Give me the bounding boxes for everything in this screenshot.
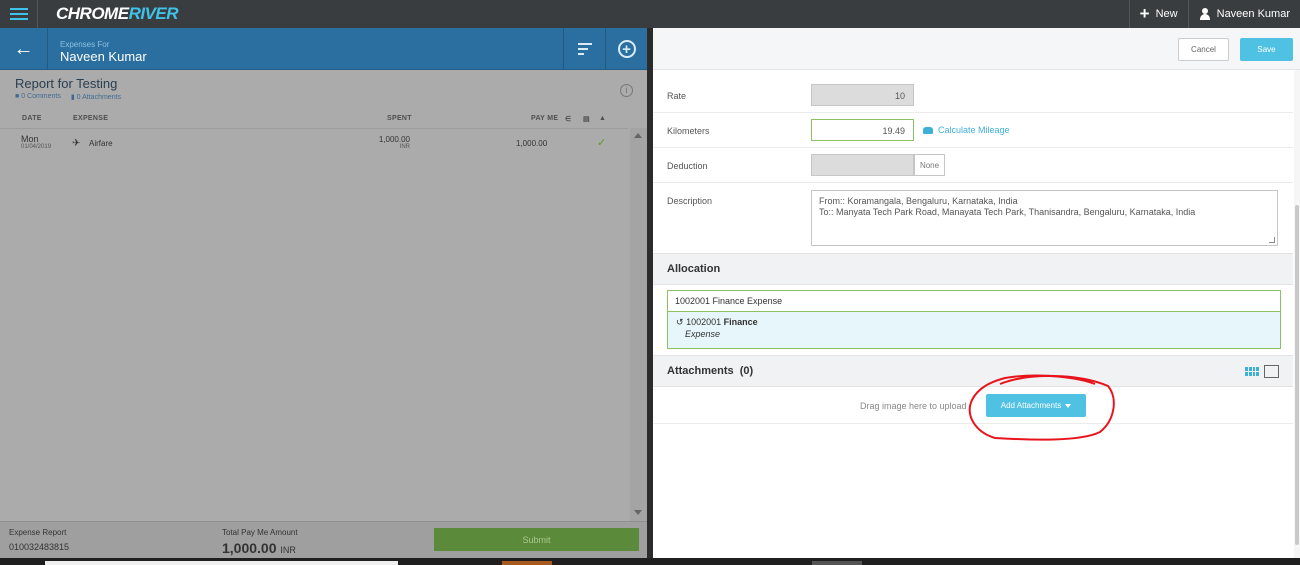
row-date: 01/04/2019 [21,144,52,150]
description-label: Description [667,196,713,206]
total-pay-me-value: 1,000.00 INR [222,540,296,556]
kilometers-field[interactable]: 19.49 [811,119,914,141]
history-icon: ↺ [676,317,684,327]
top-bar: CHROMERIVER + New Naveen Kumar [0,0,1300,28]
expenses-for-label: Expenses For [60,40,110,49]
sort-icon[interactable] [563,28,605,70]
form-header: Cancel Save [653,28,1300,70]
attachment-col-icon: ∈ [565,116,572,123]
add-expense-icon[interactable]: + [605,28,647,70]
expense-report-panel: ← Expenses For Naveen Kumar + Report for… [0,28,647,558]
cancel-button[interactable]: Cancel [1178,38,1229,61]
airplane-icon: ✈ [72,138,81,149]
expand-view-icon[interactable] [1264,365,1279,378]
attachments-title: Attachments (0) [667,365,754,377]
user-icon [1199,8,1211,20]
submit-button[interactable]: Submit [434,528,639,551]
rate-field: 10 [811,84,914,106]
car-icon [923,126,933,134]
expense-report-number: 010032483815 [9,542,70,552]
allocation-section: Allocation [653,253,1293,285]
save-button[interactable]: Save [1240,38,1293,61]
deduction-select[interactable]: None [914,154,945,176]
allocation-suggestion[interactable]: ↺ 1002001 Finance Expense [667,312,1281,349]
row-expense: Airfare [89,139,113,148]
plus-icon: + [1139,4,1150,23]
deduction-field[interactable] [811,154,914,176]
info-icon[interactable]: i [620,84,633,97]
form-scrollbar[interactable] [1294,70,1300,558]
row-spent: 1,000.00 [378,135,410,144]
allocation-input[interactable]: 1002001 Finance Expense [667,290,1281,312]
report-footer: Expense Report 010032483815 Total Pay Me… [0,521,647,558]
row-currency: INR [399,144,410,150]
calculate-mileage-link[interactable]: Calculate Mileage [923,125,1010,135]
menu-icon[interactable] [0,0,38,28]
col-date: DATE [22,115,42,122]
chrome-river-logo: CHROMERIVER [56,4,179,23]
back-arrow-icon[interactable]: ← [0,28,48,70]
comments-link[interactable]: ■ 0 Comments [15,93,61,101]
allocation-title: Allocation [667,263,721,275]
kilometers-label: Kilometers [667,126,710,136]
total-pay-me-label: Total Pay Me Amount [222,528,298,537]
row-day: Mon [21,134,39,144]
new-label: New [1155,8,1178,20]
scroll-down-icon[interactable] [634,510,642,515]
attachments-section: Attachments (0) [653,355,1293,387]
col-pay-me: PAY ME [531,115,559,122]
new-button[interactable]: + New [1128,0,1188,28]
comment-col-icon: ▤ [583,116,590,123]
user-menu[interactable]: Naveen Kumar [1187,0,1300,28]
grid-view-icon[interactable] [1245,367,1259,376]
expense-report-label: Expense Report [9,528,67,537]
report-header: ← Expenses For Naveen Kumar + [0,28,647,70]
taskbar-strip [0,558,1300,565]
report-scrollbar[interactable] [630,128,647,523]
resize-handle-icon[interactable] [1269,237,1275,243]
mileage-form-panel: Cancel Save Rate 10 Kilometers 19.49 Cal… [653,28,1300,558]
col-expense: EXPENSE [73,115,109,122]
check-icon: ✓ [597,137,607,149]
scroll-up-icon[interactable] [634,133,642,138]
user-name: Naveen Kumar [1216,8,1290,20]
warning-col-icon: ▲ [599,115,607,122]
caret-down-icon [1065,403,1072,408]
expenses-for-name: Naveen Kumar [60,49,147,64]
drop-zone-text: Drag image here to upload [860,401,967,411]
add-attachments-button[interactable]: Add Attachments [986,394,1086,417]
row-pay-me: 1,000.00 [516,139,548,148]
col-spent: SPENT [387,115,412,122]
report-title: Report for Testing [15,76,118,91]
attachments-link[interactable]: ▮ 0 Attachments [71,93,121,101]
rate-label: Rate [667,91,687,101]
description-textarea[interactable]: From:: Koramangala, Bengaluru, Karnataka… [811,190,1278,246]
deduction-label: Deduction [667,161,708,171]
